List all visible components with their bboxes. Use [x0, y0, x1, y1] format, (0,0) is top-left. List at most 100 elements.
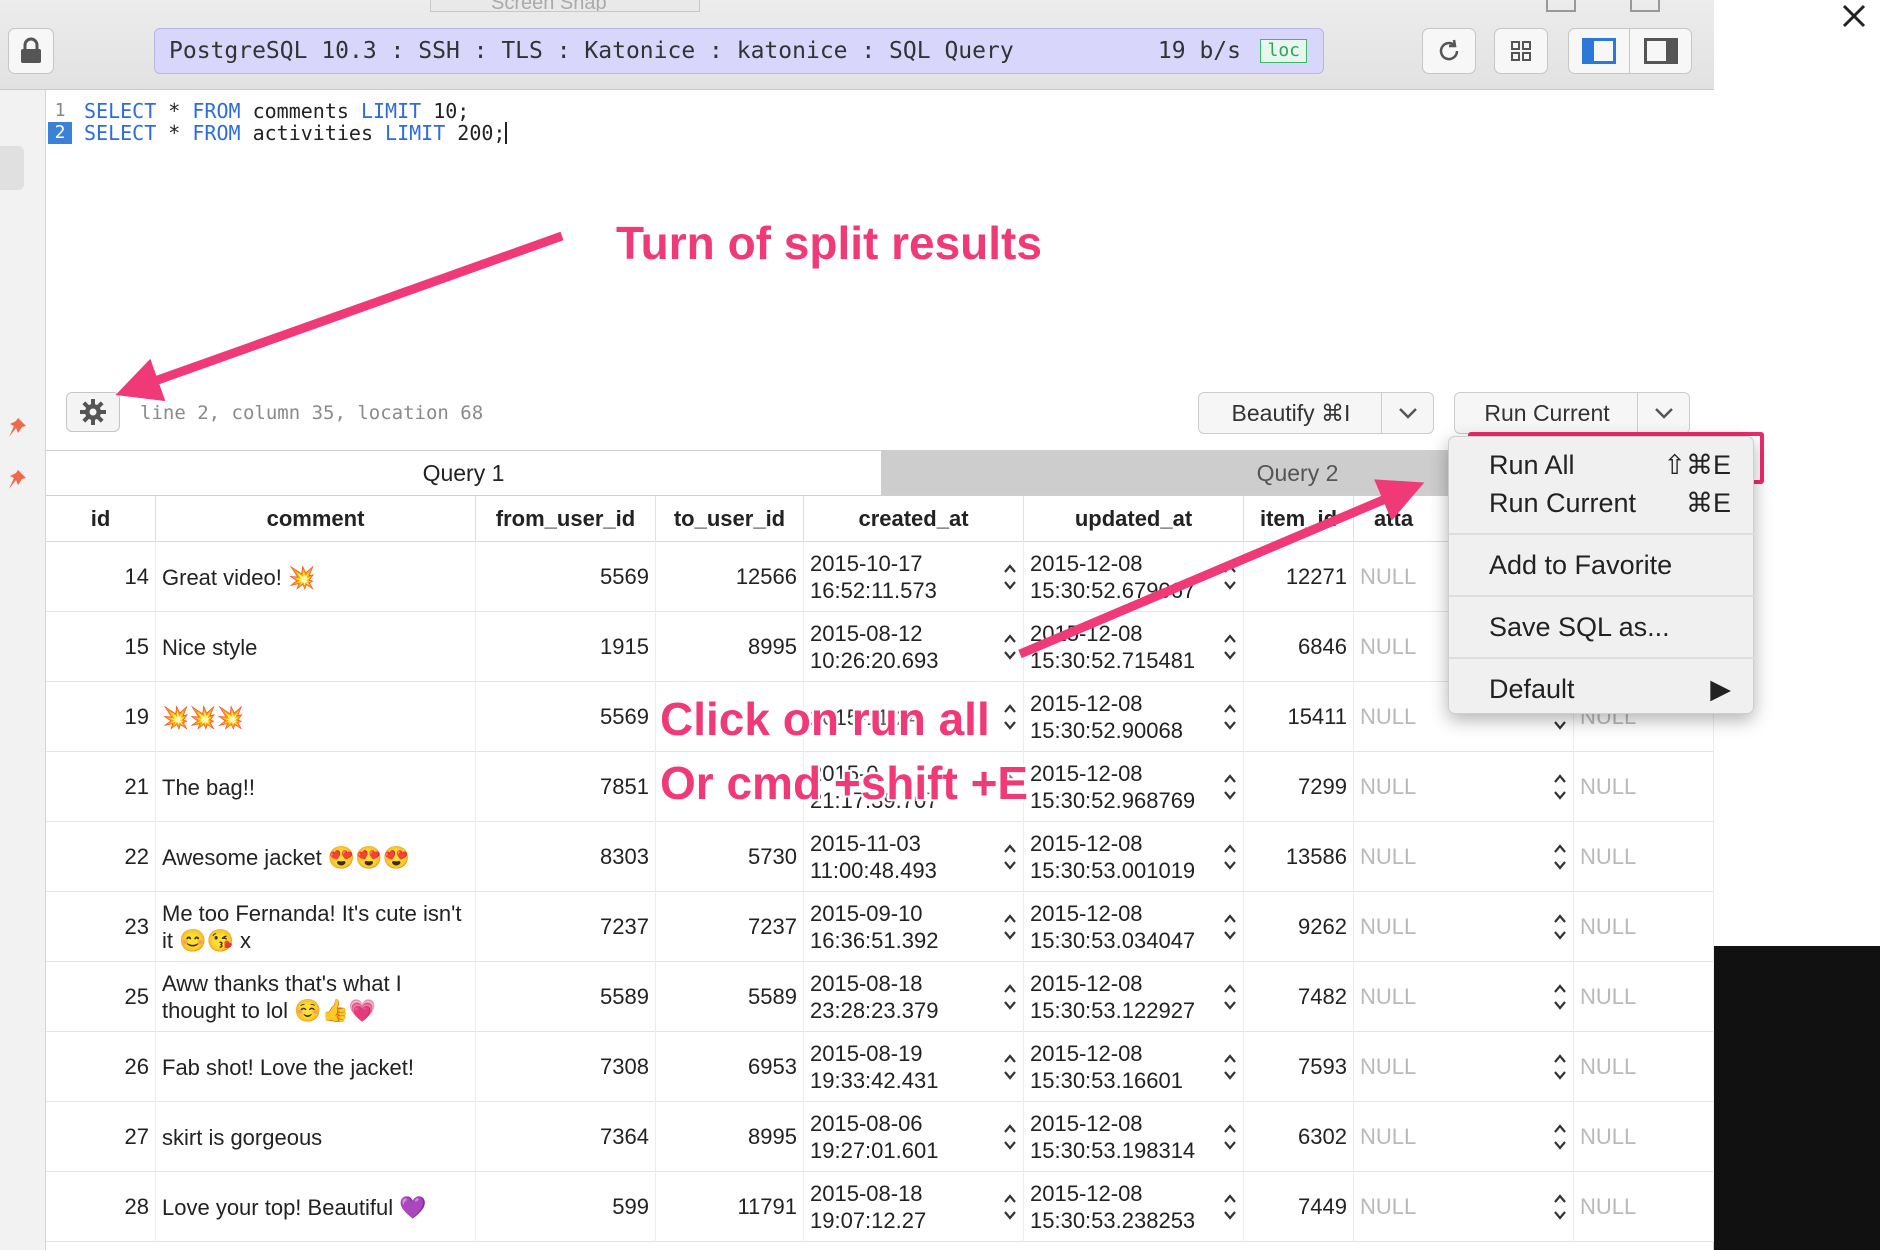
menu-item-run-current[interactable]: Run Current ⌘E: [1449, 483, 1755, 523]
beautify-button[interactable]: Beautify ⌘I: [1199, 393, 1383, 433]
table-row[interactable]: 23 Me too Fernanda! It's cute isn't it 😊😘…: [46, 892, 1714, 962]
table-cell-from[interactable]: 7237: [476, 892, 656, 962]
code-line[interactable]: SELECT * FROM activities LIMIT 200;: [84, 122, 508, 144]
column-header[interactable]: to_user_id: [656, 496, 804, 542]
table-cell-comment[interactable]: Me too Fernanda! It's cute isn't it 😊😘 x: [156, 892, 476, 962]
table-cell-from[interactable]: 5569: [476, 542, 656, 612]
table-cell-updated[interactable]: 2015-12-08 15:30:52.90068: [1024, 682, 1244, 752]
column-header[interactable]: from_user_id: [476, 496, 656, 542]
menu-item-default[interactable]: Default ▶: [1449, 669, 1755, 709]
sidebar-tab[interactable]: [0, 146, 24, 190]
table-cell-id[interactable]: 25: [46, 962, 156, 1032]
stepper-icon[interactable]: [1003, 562, 1017, 592]
stepper-icon[interactable]: [1003, 912, 1017, 942]
table-cell-item[interactable]: 9262: [1244, 892, 1354, 962]
stepper-icon[interactable]: [1223, 772, 1237, 802]
refresh-button[interactable]: [1422, 28, 1476, 74]
stepper-icon[interactable]: [1223, 982, 1237, 1012]
table-cell-created[interactable]: 2015-08-12 10:26:20.693: [804, 612, 1024, 682]
table-cell-updated[interactable]: 2015-12-08 15:30:53.238253: [1024, 1172, 1244, 1242]
table-cell-extra[interactable]: NULL: [1574, 892, 1714, 962]
table-cell-updated[interactable]: 2015-12-08 15:30:53.198314: [1024, 1102, 1244, 1172]
stepper-icon[interactable]: [1223, 912, 1237, 942]
stepper-icon[interactable]: [1553, 1052, 1567, 1082]
table-cell-att[interactable]: NULL: [1354, 822, 1574, 892]
stepper-icon[interactable]: [1223, 632, 1237, 662]
table-cell-updated[interactable]: 2015-12-08 15:30:53.16601: [1024, 1032, 1244, 1102]
stepper-icon[interactable]: [1553, 982, 1567, 1012]
table-cell-from[interactable]: 7364: [476, 1102, 656, 1172]
table-cell-created[interactable]: 2015-08-18 19:07:12.27: [804, 1172, 1024, 1242]
stepper-icon[interactable]: [1223, 1122, 1237, 1152]
lock-button[interactable]: [8, 28, 54, 74]
table-cell-id[interactable]: 27: [46, 1102, 156, 1172]
table-cell-comment[interactable]: Great video! 💥: [156, 542, 476, 612]
table-cell-extra[interactable]: NULL: [1574, 752, 1714, 822]
table-cell-id[interactable]: 23: [46, 892, 156, 962]
table-cell-updated[interactable]: 2015-12-08 15:30:53.034047: [1024, 892, 1244, 962]
table-cell-att[interactable]: NULL: [1354, 1032, 1574, 1102]
table-cell-from[interactable]: 5569: [476, 682, 656, 752]
table-cell-comment[interactable]: Nice style: [156, 612, 476, 682]
table-cell-to[interactable]: 6953: [656, 1032, 804, 1102]
stepper-icon[interactable]: [1553, 842, 1567, 872]
table-cell-created[interactable]: 2015-10-17 16:52:11.573: [804, 542, 1024, 612]
table-cell-comment[interactable]: Aww thanks that's what I thought to lol …: [156, 962, 476, 1032]
table-row[interactable]: 28 Love your top! Beautiful 💜 599 11791 2015…: [46, 1172, 1714, 1242]
table-cell-to[interactable]: 8995: [656, 1102, 804, 1172]
table-cell-created[interactable]: 2015-08-18 23:28:23.379: [804, 962, 1024, 1032]
table-cell-updated[interactable]: 2015-12-08 15:30:52.968769: [1024, 752, 1244, 822]
table-cell-item[interactable]: 7299: [1244, 752, 1354, 822]
stepper-icon[interactable]: [1223, 1192, 1237, 1222]
table-cell-to[interactable]: 7237: [656, 892, 804, 962]
table-cell-to[interactable]: 11791: [656, 1172, 804, 1242]
connection-bar[interactable]: PostgreSQL 10.3 : SSH : TLS : Katonice :…: [154, 28, 1324, 74]
left-panel-toggle[interactable]: [1569, 29, 1631, 73]
grid-view-button[interactable]: [1494, 28, 1548, 74]
pin-icon[interactable]: [6, 416, 28, 446]
table-cell-item[interactable]: 6846: [1244, 612, 1354, 682]
table-cell-att[interactable]: NULL: [1354, 962, 1574, 1032]
table-cell-updated[interactable]: 2015-12-08 15:30:52.715481: [1024, 612, 1244, 682]
table-cell-extra[interactable]: NULL: [1574, 1032, 1714, 1102]
table-cell-created[interactable]: 2015-09-10 16:36:51.392: [804, 892, 1024, 962]
tab-query-1[interactable]: Query 1: [46, 451, 881, 495]
stepper-icon[interactable]: [1553, 1122, 1567, 1152]
table-cell-item[interactable]: 15411: [1244, 682, 1354, 752]
table-cell-updated[interactable]: 2015-12-08 15:30:53.122927: [1024, 962, 1244, 1032]
table-cell-comment[interactable]: Fab shot! Love the jacket!: [156, 1032, 476, 1102]
stepper-icon[interactable]: [1223, 562, 1237, 592]
code-line[interactable]: SELECT * FROM comments LIMIT 10;: [84, 100, 469, 122]
stepper-icon[interactable]: [1003, 632, 1017, 662]
table-row[interactable]: 25 Aww thanks that's what I thought to lo…: [46, 962, 1714, 1032]
table-cell-from[interactable]: 1915: [476, 612, 656, 682]
table-cell-item[interactable]: 12271: [1244, 542, 1354, 612]
table-cell-created[interactable]: 2015-11-03 11:00:48.493: [804, 822, 1024, 892]
table-cell-att[interactable]: NULL: [1354, 752, 1574, 822]
table-cell-id[interactable]: 15: [46, 612, 156, 682]
table-cell-extra[interactable]: NULL: [1574, 962, 1714, 1032]
table-cell-id[interactable]: 19: [46, 682, 156, 752]
table-cell-created[interactable]: 2015-08-06 19:27:01.601: [804, 1102, 1024, 1172]
table-cell-from[interactable]: 7308: [476, 1032, 656, 1102]
table-cell-comment[interactable]: The bag!!: [156, 752, 476, 822]
stepper-icon[interactable]: [1003, 1052, 1017, 1082]
stepper-icon[interactable]: [1003, 1122, 1017, 1152]
run-dropdown[interactable]: [1637, 393, 1689, 433]
table-cell-extra[interactable]: NULL: [1574, 822, 1714, 892]
close-icon[interactable]: [1840, 0, 1868, 39]
menu-item-save-sql[interactable]: Save SQL as...: [1449, 607, 1755, 647]
menu-item-run-all[interactable]: Run All ⇧⌘E: [1449, 445, 1755, 485]
table-cell-att[interactable]: NULL: [1354, 1102, 1574, 1172]
table-cell-from[interactable]: 8303: [476, 822, 656, 892]
column-header[interactable]: comment: [156, 496, 476, 542]
table-cell-item[interactable]: 7593: [1244, 1032, 1354, 1102]
table-row[interactable]: 22 Awesome jacket 😍😍😍 8303 5730 2015-11-03 1…: [46, 822, 1714, 892]
table-cell-comment[interactable]: skirt is gorgeous: [156, 1102, 476, 1172]
table-cell-id[interactable]: 26: [46, 1032, 156, 1102]
stepper-icon[interactable]: [1223, 702, 1237, 732]
table-cell-from[interactable]: 5589: [476, 962, 656, 1032]
table-cell-to[interactable]: 12566: [656, 542, 804, 612]
pin-icon[interactable]: [6, 468, 28, 498]
stepper-icon[interactable]: [1003, 1192, 1017, 1222]
